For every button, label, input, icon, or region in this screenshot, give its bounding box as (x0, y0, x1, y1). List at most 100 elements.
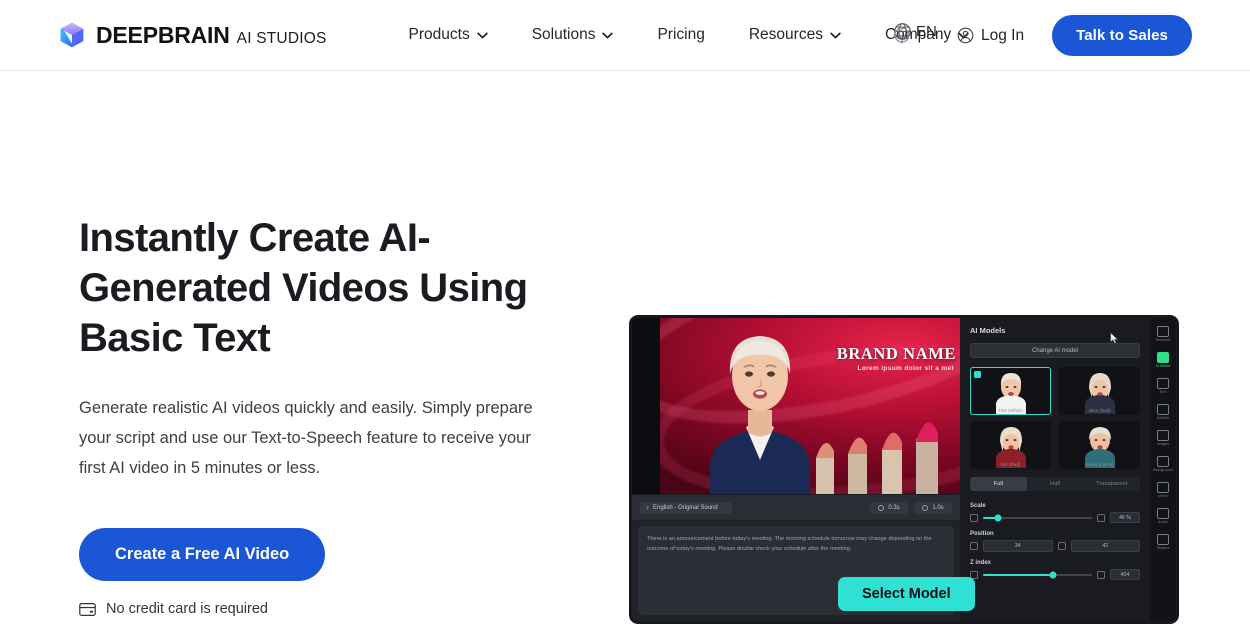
rail-label: Template (1155, 338, 1171, 342)
product-preview[interactable]: BRAND NAME Lorem ipsum dolor sit a met ♪… (629, 315, 1179, 624)
rail-item-images[interactable]: Images (1151, 427, 1175, 449)
selected-check-icon (974, 371, 981, 378)
position-label: Position (970, 531, 994, 537)
duration-label: 1.0s (932, 504, 944, 511)
rail-item-shapes[interactable]: Shapes (1151, 531, 1175, 553)
rail-label: Subtitle (1156, 416, 1170, 420)
nav-label: Products (408, 26, 470, 43)
brand-logo[interactable]: DEEPBRAIN AI STUDIOS (58, 21, 327, 49)
stage-toolbar: ♪ English - Original Sound 0.3s 1.0s (632, 494, 960, 520)
no-credit-card-label: No credit card is required (106, 601, 268, 617)
position-x-field[interactable]: 34 (983, 540, 1053, 552)
scale-slider-row: 46 % (970, 512, 1140, 523)
zindex-value[interactable]: 404 (1110, 569, 1140, 580)
rail-item-template[interactable]: Template (1151, 323, 1175, 345)
ai-models-panel: AI Models Change AI model Tina (White) J… (960, 318, 1150, 621)
subtitle-icon (1157, 404, 1169, 415)
position-y-icon (1057, 542, 1066, 550)
brand-subname: AI STUDIOS (236, 29, 327, 47)
model-card[interactable]: Jenn (Suit) (1059, 367, 1140, 415)
zindex-slider[interactable] (983, 571, 1092, 578)
zindex-label: Z index (970, 560, 992, 566)
rail-item-audio[interactable]: Audio (1151, 505, 1175, 527)
language-track-chip[interactable]: ♪ English - Original Sound (640, 501, 732, 514)
language-label: EN (916, 23, 937, 40)
rail-item-ai-model[interactable]: AI Model (1151, 349, 1175, 371)
video-icon (1157, 482, 1169, 493)
nav-item-resources[interactable]: Resources (727, 18, 863, 52)
talk-to-sales-button[interactable]: Talk to Sales (1052, 15, 1192, 56)
position-y-field[interactable]: 42 (1070, 540, 1140, 552)
scale-icon (970, 513, 978, 522)
duration-chip-2[interactable]: 1.0s (914, 501, 952, 514)
nav-label: Solutions (531, 26, 596, 43)
chevron-down-icon (602, 32, 614, 39)
scale-value[interactable]: 46 % (1110, 512, 1140, 523)
rail-label: Audio (1158, 520, 1168, 524)
tab-transparent[interactable]: Transparent (1083, 477, 1140, 491)
hero-copy: Instantly Create AI-Generated Videos Usi… (0, 71, 560, 617)
language-track-label: English - Original Sound (653, 504, 718, 511)
rail-item-text[interactable]: Text (1151, 375, 1175, 397)
create-free-ai-video-button[interactable]: Create a Free AI Video (79, 528, 326, 581)
position-x-icon (970, 542, 978, 550)
images-icon (1157, 430, 1169, 441)
change-ai-model-button[interactable]: Change AI model (970, 343, 1140, 358)
globe-icon (893, 22, 912, 41)
brand-name: DEEPBRAIN (96, 21, 230, 48)
no-credit-card-note: No credit card is required (79, 601, 560, 617)
slide-brand-subtitle: Lorem ipsum dolor sit a met (857, 365, 954, 372)
cube-logo-icon (58, 21, 86, 49)
model-card[interactable]: Eleanor (Knit) (1059, 421, 1140, 469)
model-card[interactable]: Rio (Red) (970, 421, 1051, 469)
template-icon (1157, 326, 1169, 337)
user-circle-icon (957, 27, 974, 44)
clock-icon (922, 504, 929, 511)
shapes-icon (1157, 534, 1169, 545)
rail-label: Shapes (1156, 546, 1170, 550)
duration-chip-1[interactable]: 0.3s (870, 501, 908, 514)
tab-half[interactable]: Half (1026, 477, 1084, 491)
language-selector[interactable]: EN (893, 22, 937, 41)
model-name: Jenn (Suit) (1088, 408, 1111, 413)
rail-label: AI Model (1155, 364, 1171, 368)
ai-model-icon (1157, 352, 1169, 363)
nav-item-pricing[interactable]: Pricing (635, 18, 726, 52)
zindex-slider-row: 404 (970, 569, 1140, 580)
model-type-tabs: Full Half Transparent (970, 477, 1140, 491)
rail-item-background[interactable]: Background (1151, 453, 1175, 475)
tab-full[interactable]: Full (970, 477, 1027, 491)
rail-item-subtitle[interactable]: Subtitle (1151, 401, 1175, 423)
audio-icon (1157, 508, 1169, 519)
tool-rail: Template AI Model Text Subtitle Images B… (1150, 318, 1176, 621)
chevron-down-icon (830, 32, 841, 39)
nav-label: Resources (748, 26, 823, 43)
text-icon (1157, 378, 1169, 389)
login-button[interactable]: Log In (943, 19, 1038, 53)
wave-icon: ♪ (646, 504, 649, 511)
nav-item-solutions[interactable]: Solutions (510, 18, 636, 52)
slide-brand-title: BRAND NAME (836, 344, 956, 363)
model-card[interactable]: Tina (White) (970, 367, 1051, 415)
hero-subtitle: Generate realistic AI videos quickly and… (79, 399, 533, 477)
scale-slider[interactable] (983, 514, 1092, 521)
background-icon (1157, 456, 1169, 467)
mock-cursor-icon (1110, 332, 1119, 345)
model-grid: Tina (White) Jenn (Suit) Rio (Red) Elean… (970, 367, 1140, 469)
rail-label: Background (1152, 468, 1174, 472)
rail-label: Text (1159, 390, 1167, 394)
credit-card-icon (79, 602, 96, 616)
header-actions: Log In Talk to Sales (943, 0, 1192, 71)
layer-lock-icon[interactable] (1097, 570, 1105, 579)
model-name: Eleanor (Knit) (1085, 462, 1114, 467)
nav-item-products[interactable]: Products (387, 18, 510, 52)
lock-icon[interactable] (1097, 513, 1105, 522)
select-model-button[interactable]: Select Model (838, 577, 975, 611)
page-title: Instantly Create AI-Generated Videos Usi… (79, 216, 528, 360)
rail-item-video[interactable]: Video (1151, 479, 1175, 501)
chevron-down-icon (476, 32, 488, 39)
rail-label: Images (1156, 442, 1170, 446)
scale-label: Scale (970, 503, 986, 509)
video-stage: BRAND NAME Lorem ipsum dolor sit a met (632, 318, 960, 494)
clock-icon (878, 504, 885, 511)
